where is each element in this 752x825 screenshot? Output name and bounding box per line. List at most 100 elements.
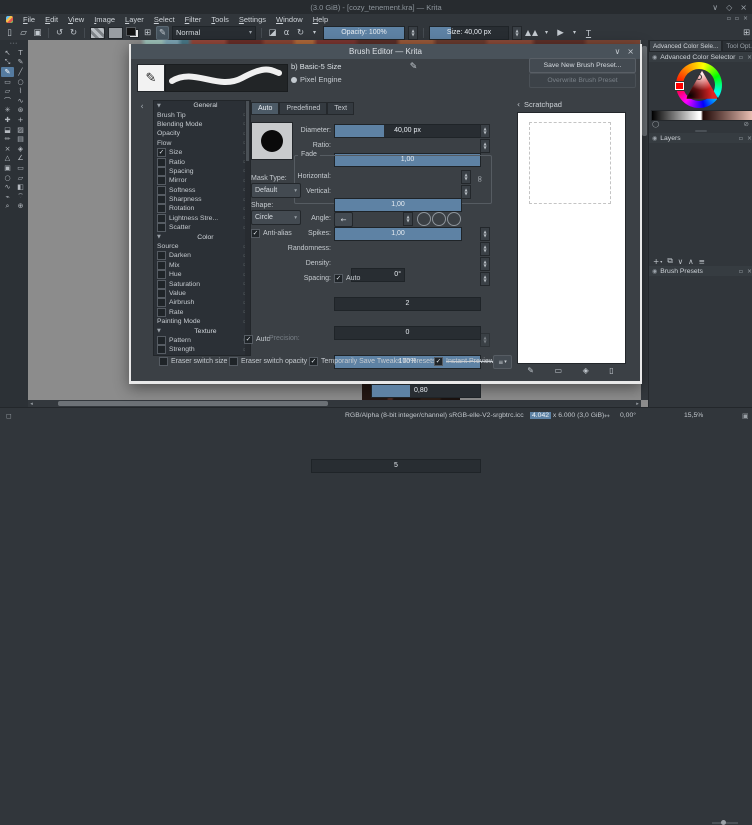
save-new-preset-button[interactable]: Save New Brush Preset... [529,58,636,73]
auto-precision-checkbox[interactable]: ✓ Auto [244,335,270,344]
window-titlebar[interactable]: (3.0 GiB) - [cozy_tenement.kra] — Krita [0,0,752,14]
tool-ellipse[interactable]: ○ [14,77,27,87]
tool-fill[interactable]: ◈ [14,144,27,154]
link-fade-icon[interactable]: ∞ [474,175,484,183]
selection-mode-icon[interactable]: ◻ [6,412,12,420]
add-layer-icon[interactable]: + [653,257,659,266]
option-checkbox[interactable] [157,260,166,270]
brush-presets-header[interactable]: ◉ Brush Presets ▫ × [649,266,752,276]
mirror-icon[interactable] [525,29,538,36]
ratio-spinner[interactable]: ▲ ▼ [480,139,490,153]
collapse-options-icon[interactable]: ‹ [136,102,148,116]
density-spinner[interactable]: ▲ ▼ [480,257,490,271]
dialog-titlebar[interactable]: Brush Editor — Krita [131,44,640,59]
option-painting-mode[interactable]: Painting Mode▫ [154,317,250,326]
angle-reset-icon[interactable]: ← [334,212,353,227]
tool-move[interactable]: + [14,115,27,125]
tool-multibrush[interactable]: ⊛ [14,106,27,116]
mdi-close-icon[interactable]: × [743,15,748,22]
layers-header[interactable]: ◉ Layers ▫ × [649,133,752,143]
mask-type-dropdown[interactable]: Default ▾ [251,183,301,198]
option-saturation[interactable]: Saturation▫ [154,279,250,289]
tool-crop[interactable]: ⬓ [1,125,14,135]
randomness-slider[interactable]: 0 [334,326,481,340]
menu-tools[interactable]: Tools [206,14,234,25]
option-checkbox[interactable] [157,345,166,355]
tool-polyline[interactable]: ⌇ [14,86,27,96]
option-airbrush[interactable]: Airbrush▫ [154,298,250,308]
diameter-spinner[interactable]: ▲ ▼ [480,124,490,138]
duplicate-layer-icon[interactable]: ⧉ [667,256,672,266]
tool-zoom[interactable]: ⌕ [1,202,14,212]
close-docker-icon[interactable]: × [747,268,752,275]
scratchpad-fill-gradient-icon[interactable]: ◈ [583,366,589,375]
dialog-options-menu-button[interactable]: ≡ ▾ [493,355,512,369]
opacity-spinner[interactable]: ▲ ▼ [408,25,418,40]
text-options-icon[interactable]: T [583,27,594,39]
angle-dial-icon[interactable] [417,212,431,226]
scratchpad-paint-icon[interactable]: ✎ [527,366,534,375]
tab-auto[interactable]: Auto [251,102,280,115]
menu-window[interactable]: Window [271,14,308,25]
option-checkbox[interactable] [157,166,166,176]
close-docker-icon[interactable]: × [747,54,752,61]
tool-text[interactable]: T [14,48,27,58]
option-strength[interactable]: Strength▫ [154,345,250,355]
tab-predefined[interactable]: Predefined [279,102,328,115]
horizontal-fade-spinner[interactable]: ▲ ▼ [461,170,471,184]
option-checkbox[interactable] [157,279,166,289]
menu-select[interactable]: Select [149,14,180,25]
tool-polygon-select[interactable]: ▱ [14,173,27,183]
menu-help[interactable]: Help [308,14,333,25]
tool-transform[interactable]: ✚ [1,115,14,125]
gamut-mask-off-icon[interactable]: ⊘ [744,120,749,128]
float-docker-icon[interactable]: ▫ [739,54,743,61]
preserve-alpha-icon[interactable]: α [281,27,292,39]
color-selector-header[interactable]: ◉ Advanced Color Selector ▫ × [649,52,752,62]
rename-preset-icon[interactable]: ✎ [407,62,420,75]
float-docker-icon[interactable]: ▫ [739,268,743,275]
move-layer-up-icon[interactable]: ∧ [688,257,694,266]
option-pattern[interactable]: Pattern▫ [154,335,250,345]
open-document-icon[interactable]: ▱ [18,27,29,39]
toolbox-drag-handle[interactable]: ••• [0,41,28,47]
spikes-spinner[interactable]: ▲ ▼ [480,227,490,241]
option-brush-tip[interactable]: Brush Tip▫ [154,110,250,119]
section-collapse-icon[interactable]: ▼ [157,234,161,240]
foreground-background-colors[interactable] [126,27,139,38]
tab-tool-options[interactable]: Tool Opt... [722,40,752,52]
option-checkbox[interactable] [157,298,166,308]
pan-reset-icon[interactable]: ↔ [604,412,610,420]
eraser-switch-size-checkbox[interactable]: Eraser switch size [159,357,227,366]
eraser-mode-icon[interactable]: ◪ [267,27,278,39]
window-minimize-icon[interactable]: ∨ [712,3,718,12]
vertical-fade-slider[interactable]: 1,00 [334,227,462,241]
option-softness[interactable]: Softness▫ [154,185,250,195]
tool-freehand-select[interactable]: ∿ [1,182,14,192]
zoom-slider-knob[interactable] [721,820,726,825]
float-docker-icon[interactable]: ▫ [739,135,743,142]
edit-brush-settings-button[interactable]: ✎ [156,25,169,40]
option-checkbox[interactable] [157,185,166,195]
tool-measure[interactable]: ∠ [14,154,27,164]
option-checkbox[interactable] [157,251,166,261]
option-sharpness[interactable]: Sharpness▫ [154,195,250,205]
menu-edit[interactable]: Edit [40,14,63,25]
tool-reference-images[interactable]: ▣ [1,163,14,173]
mdi-restore-icon[interactable]: ▫ [727,15,731,22]
color-history-icon[interactable]: ◯ [652,120,659,128]
zoom-fit-icon[interactable]: ▣ [742,412,749,420]
dock-splitter-handle[interactable] [695,130,707,132]
size-slider[interactable]: Size: 40,00 px [429,25,509,40]
tab-advanced-color-selector[interactable]: Advanced Color Sele... [649,40,723,52]
spacing-slider[interactable]: 0,80 [371,384,481,398]
horizontal-fade-slider[interactable]: 1,00 [334,198,462,212]
scratchpad-fill-area-icon[interactable]: ▭ [555,366,563,375]
option-rotation[interactable]: Rotation▫ [154,204,250,214]
option-checkbox[interactable] [157,213,166,223]
tool-assistants[interactable]: △ [1,154,14,164]
window-maximize-icon[interactable]: ◇ [726,3,732,12]
tool-freehand-brush[interactable]: ✎ [1,67,14,77]
tool-bezier-select[interactable]: ⌁ [1,192,14,202]
new-document-icon[interactable]: ▯ [4,27,15,39]
